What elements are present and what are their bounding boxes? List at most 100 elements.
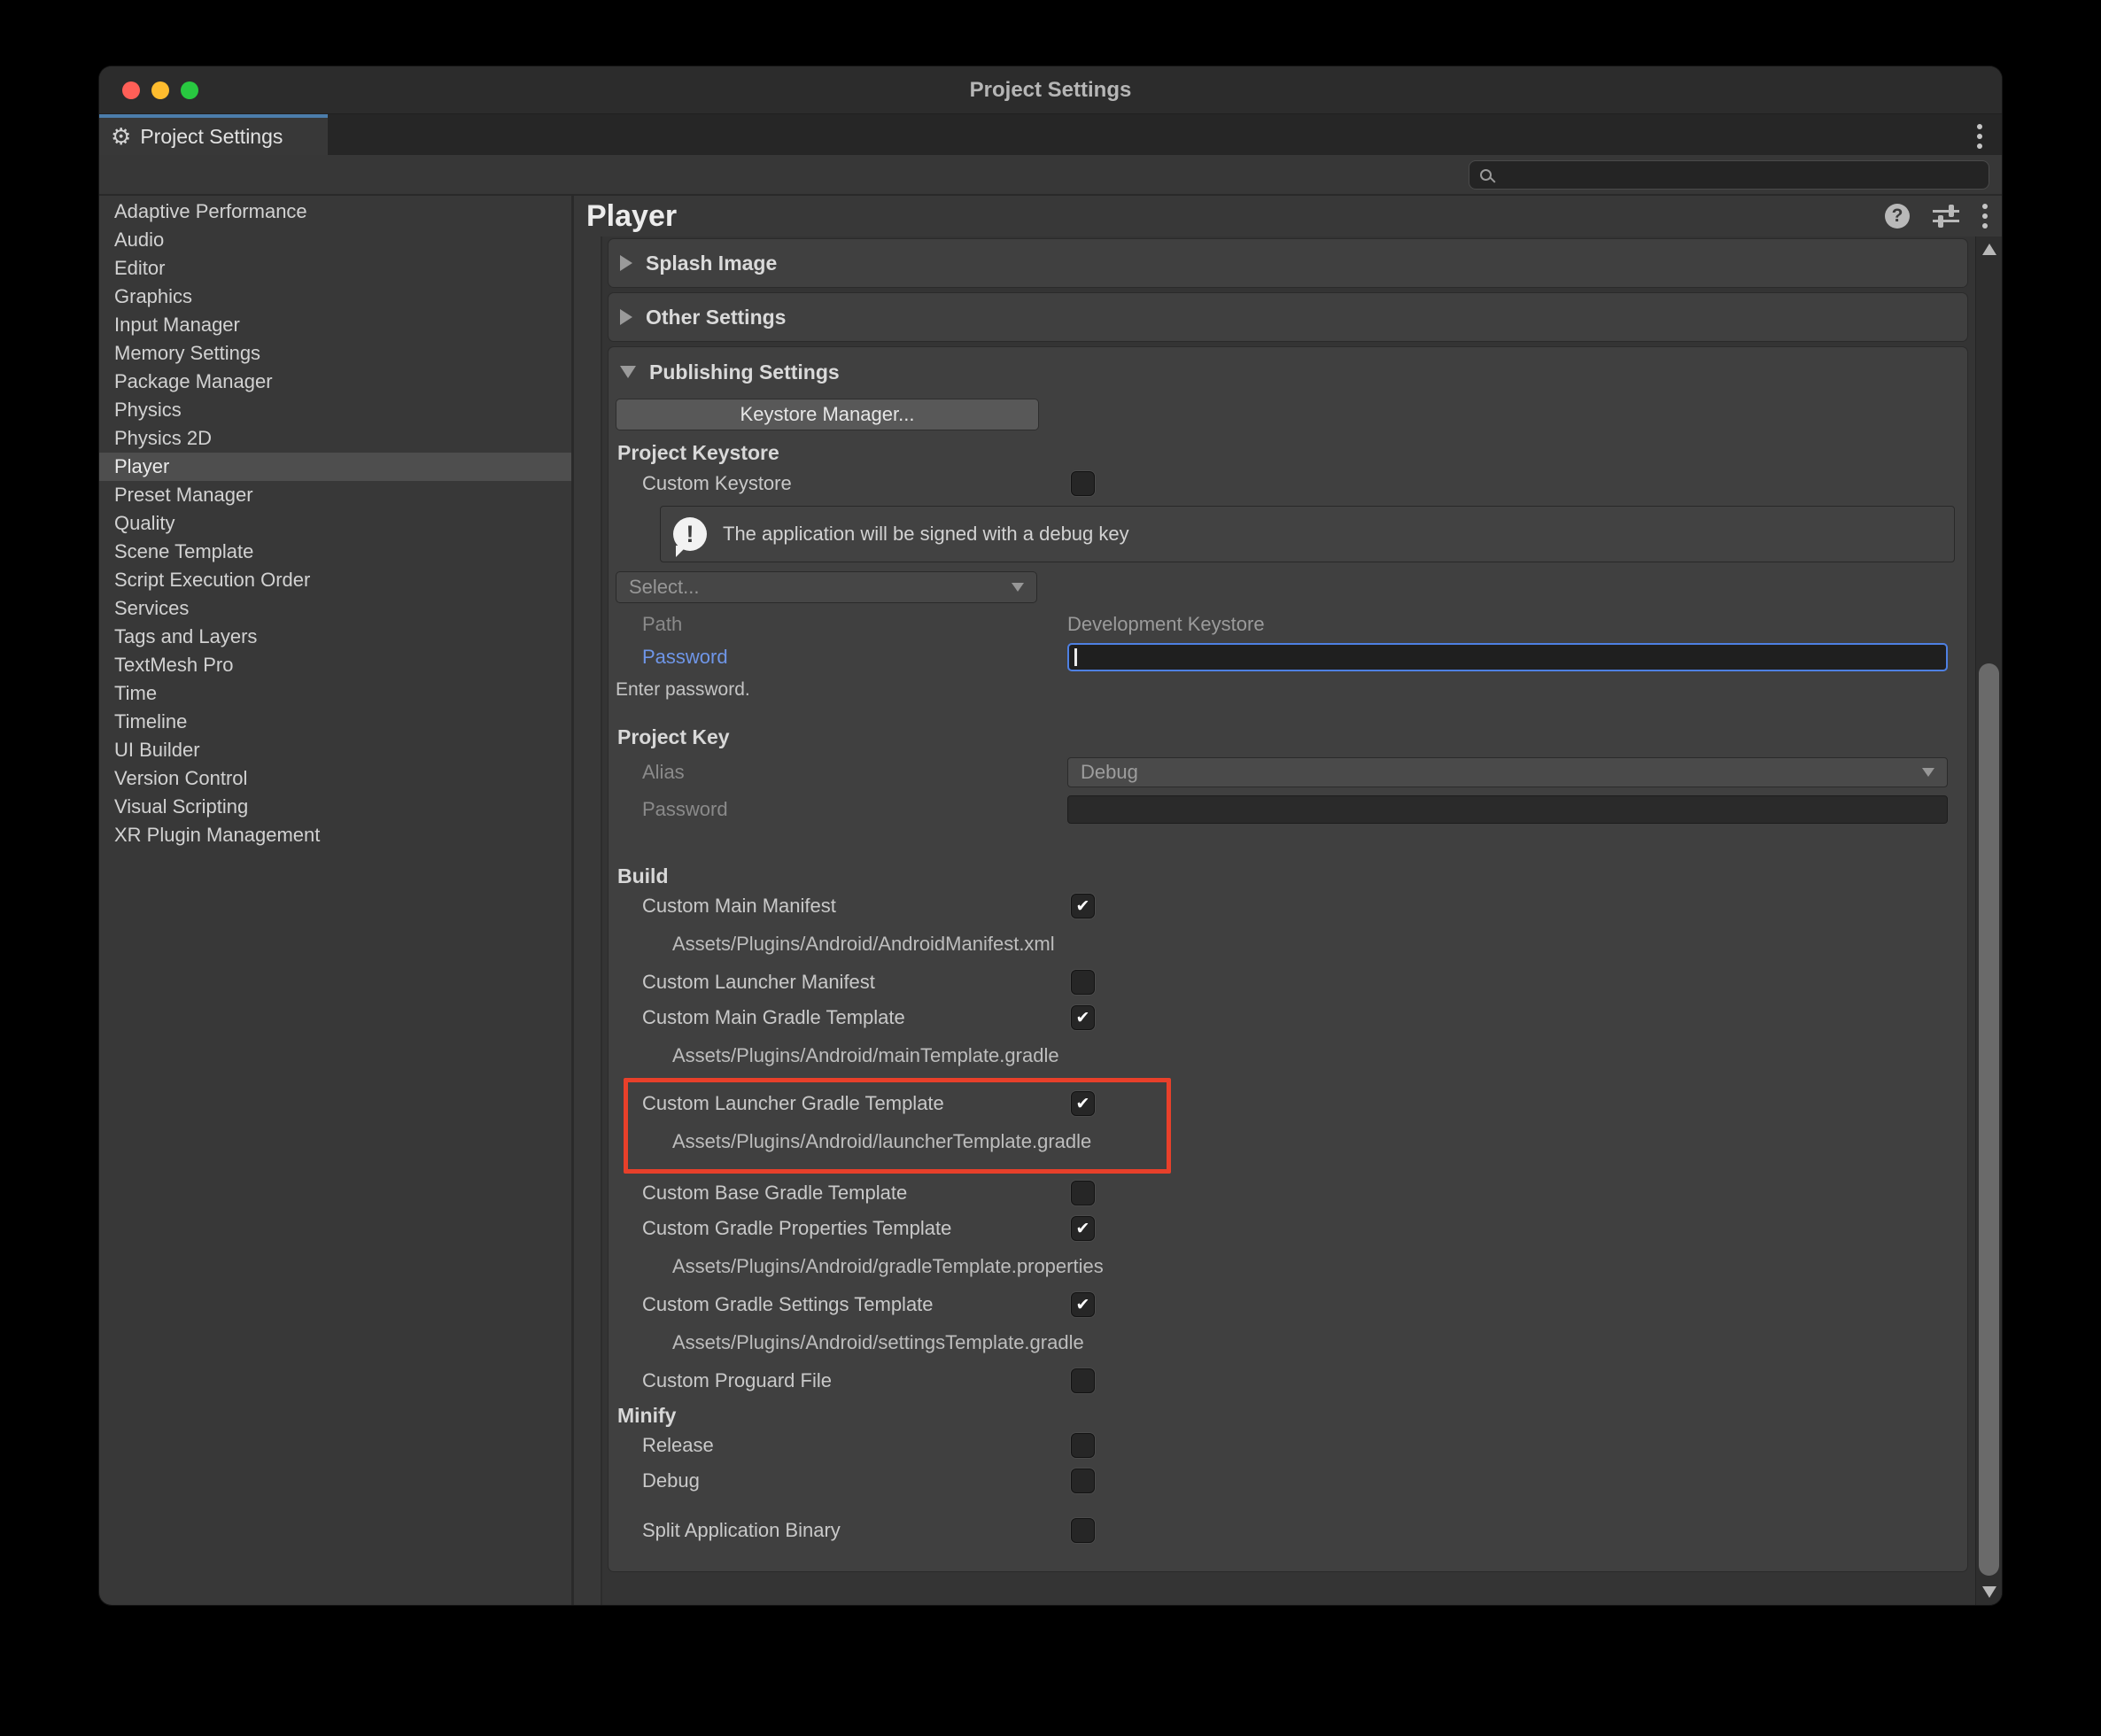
setting-label: Release (609, 1434, 714, 1457)
gear-icon: ⚙ (111, 125, 131, 148)
checkbox-custom-proguard-file[interactable] (1071, 1368, 1095, 1393)
keystore-manager-button[interactable]: Keystore Manager... (616, 399, 1039, 430)
checkbox-custom-launcher-manifest[interactable] (1071, 970, 1095, 995)
page-title: Player (586, 199, 677, 234)
sidebar-item-graphics[interactable]: Graphics (99, 283, 571, 311)
checkbox-release[interactable] (1071, 1433, 1095, 1458)
sidebar-item-xr-plugin-management[interactable]: XR Plugin Management (99, 821, 571, 849)
checkbox-custom-base-gradle-template[interactable] (1071, 1181, 1095, 1205)
sidebar-item-textmesh-pro[interactable]: TextMesh Pro (99, 651, 571, 679)
alias-value: Debug (1081, 761, 1138, 784)
path-assets-plugins-android-androidmanifest-xml: Assets/Plugins/Android/AndroidManifest.x… (609, 924, 1967, 965)
path-assets-plugins-android-maintemplate-gradle: Assets/Plugins/Android/mainTemplate.grad… (609, 1035, 1967, 1076)
checkbox-custom-gradle-properties-template[interactable] (1071, 1216, 1095, 1241)
sidebar-item-memory-settings[interactable]: Memory Settings (99, 339, 571, 368)
checkbox-custom-launcher-gradle-template[interactable] (1071, 1091, 1095, 1116)
sidebar-item-adaptive-performance[interactable]: Adaptive Performance (99, 198, 571, 226)
help-icon[interactable]: ? (1885, 204, 1910, 229)
tab-project-settings[interactable]: ⚙ Project Settings (99, 114, 328, 155)
checkbox-split-application-binary[interactable] (1071, 1518, 1095, 1543)
minimize-window-button[interactable] (151, 81, 169, 99)
sidebar-item-physics-2d[interactable]: Physics 2D (99, 424, 571, 453)
tab-strip-menu-button[interactable] (1977, 124, 1982, 149)
sidebar-item-quality[interactable]: Quality (99, 509, 571, 538)
search-icon (1480, 169, 1492, 181)
sidebar-item-visual-scripting[interactable]: Visual Scripting (99, 793, 571, 821)
sidebar-item-input-manager[interactable]: Input Manager (99, 311, 571, 339)
tab-strip: ⚙ Project Settings (99, 114, 2002, 155)
select-label: Select... (629, 576, 699, 599)
sidebar-item-timeline[interactable]: Timeline (99, 708, 571, 736)
alias-dropdown[interactable]: Debug (1067, 757, 1948, 787)
scroll-up-arrow-icon[interactable] (1982, 244, 1996, 255)
keystore-password-input[interactable] (1067, 643, 1948, 671)
search-row (99, 155, 2002, 196)
sidebar-item-package-manager[interactable]: Package Manager (99, 368, 571, 396)
sidebar-item-audio[interactable]: Audio (99, 226, 571, 254)
setting-label: Custom Main Gradle Template (609, 1006, 905, 1029)
sidebar-item-scene-template[interactable]: Scene Template (99, 538, 571, 566)
checkbox-custom-main-manifest[interactable] (1071, 894, 1095, 918)
section-label: Splash Image (646, 252, 777, 275)
search-input[interactable] (1500, 161, 1989, 189)
setting-row-custom-gradle-properties-template: Custom Gradle Properties Template (609, 1211, 1967, 1246)
foldout-collapsed-icon (620, 255, 632, 271)
scroll-down-arrow-icon[interactable] (1982, 1586, 1996, 1598)
checkbox-debug[interactable] (1071, 1469, 1095, 1493)
path-assets-plugins-android-gradletemplate-properties: Assets/Plugins/Android/gradleTemplate.pr… (609, 1246, 1967, 1287)
build-rows: Custom Main Manifest Assets/Plugins/Andro… (609, 888, 1967, 1399)
setting-label: Custom Main Manifest (609, 895, 836, 918)
sidebar-item-services[interactable]: Services (99, 594, 571, 623)
sidebar-item-physics[interactable]: Physics (99, 396, 571, 424)
window-title: Project Settings (970, 78, 1132, 103)
section-splash-image[interactable]: Splash Image (608, 238, 1968, 288)
spacer (609, 1499, 1967, 1513)
setting-label: Custom Gradle Settings Template (609, 1293, 934, 1316)
setting-row-split-application-binary: Split Application Binary (609, 1513, 1967, 1548)
sidebar-item-editor[interactable]: Editor (99, 254, 571, 283)
sidebar-item-tags-and-layers[interactable]: Tags and Layers (99, 623, 571, 651)
traffic-lights (122, 81, 198, 99)
checkbox-custom-main-gradle-template[interactable] (1071, 1005, 1095, 1030)
setting-row-debug: Debug (609, 1463, 1967, 1499)
main-panel: Player ? Splash Image Other (574, 196, 2002, 1605)
panel-menu-button[interactable] (1982, 204, 1988, 229)
chevron-down-icon (1922, 768, 1934, 777)
sidebar-item-time[interactable]: Time (99, 679, 571, 708)
text-caret (1074, 648, 1077, 666)
setting-row-custom-main-gradle-template: Custom Main Gradle Template (609, 1000, 1967, 1035)
path-assets-plugins-android-launchertemplate-gradle: Assets/Plugins/Android/launcherTemplate.… (642, 1121, 1167, 1162)
checkbox-custom-gradle-settings-template[interactable] (1071, 1292, 1095, 1317)
setting-row-release: Release (609, 1428, 1967, 1463)
setting-label: Split Application Binary (609, 1519, 841, 1542)
preset-icon[interactable] (1933, 205, 1959, 228)
setting-label: Custom Launcher Manifest (609, 971, 875, 994)
settings-scroll-area: Splash Image Other Settings Publishing S… (601, 236, 1975, 1605)
sidebar-item-player[interactable]: Player (99, 453, 571, 481)
close-window-button[interactable] (122, 81, 140, 99)
minify-label: Minify (609, 1404, 1967, 1428)
checkbox-custom-keystore[interactable] (1071, 471, 1095, 496)
keystore-password-row: Password (609, 642, 1967, 672)
sidebar-item-preset-manager[interactable]: Preset Manager (99, 481, 571, 509)
titlebar: Project Settings (99, 66, 2002, 114)
highlight-rectangle: Custom Launcher Gradle TemplateAssets/Pl… (624, 1078, 1171, 1174)
search-field[interactable] (1469, 160, 1989, 190)
vertical-scrollbar[interactable] (1975, 236, 2002, 1605)
info-text: The application will be signed with a de… (723, 523, 1129, 546)
sidebar-item-version-control[interactable]: Version Control (99, 764, 571, 793)
setting-label: Custom Proguard File (609, 1369, 832, 1392)
debug-key-info-box: ! The application will be signed with a … (660, 506, 1955, 562)
sidebar-item-script-execution-order[interactable]: Script Execution Order (99, 566, 571, 594)
section-other-settings[interactable]: Other Settings (608, 292, 1968, 342)
sidebar-item-ui-builder[interactable]: UI Builder (99, 736, 571, 764)
keystore-select-dropdown[interactable]: Select... (616, 571, 1037, 603)
setting-row-custom-main-manifest: Custom Main Manifest (609, 888, 1967, 924)
foldout-expanded-icon (620, 366, 636, 378)
key-password-input[interactable] (1067, 795, 1948, 824)
scrollbar-thumb[interactable] (1979, 663, 1999, 1576)
zoom-window-button[interactable] (181, 81, 198, 99)
setting-label: Custom Gradle Properties Template (609, 1217, 951, 1240)
publishing-settings-header[interactable]: Publishing Settings (609, 347, 1967, 397)
custom-keystore-label: Custom Keystore (609, 472, 792, 495)
